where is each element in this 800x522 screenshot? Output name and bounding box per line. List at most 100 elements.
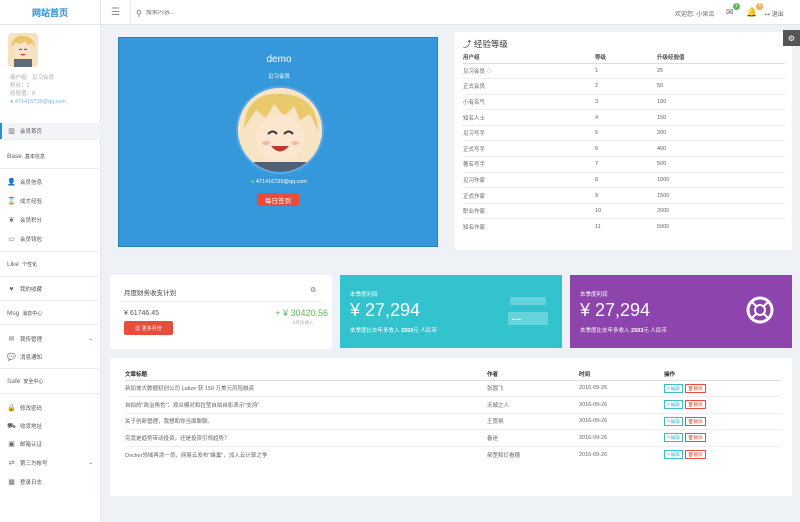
- user-exp: 经验值：8: [10, 91, 36, 97]
- menu-toggle-icon[interactable]: ☰: [101, 0, 131, 25]
- edit-button[interactable]: ✎编辑: [664, 450, 683, 459]
- log-icon: ▦: [8, 479, 15, 486]
- article-author: 春迷: [487, 429, 579, 446]
- cell-exp: 200: [657, 124, 785, 141]
- cell-level: 8: [595, 171, 657, 188]
- card-label: 本季度利润: [350, 292, 378, 298]
- article-title[interactable]: 新加坡大数据初创公司 Latize 获 150 万美元风险融资: [125, 379, 487, 397]
- sidebar-group-msg: Msg 消息中心: [7, 310, 43, 317]
- gear-icon[interactable]: ⚙: [310, 286, 316, 294]
- cell-exp: 2000: [657, 202, 785, 219]
- user-email: 471416739@qq.com: [14, 99, 67, 105]
- delete-button[interactable]: 🗑删除: [684, 450, 706, 459]
- cell-group: 见习写手: [463, 124, 595, 141]
- sidebar-item-wallet[interactable]: ▭ 会员钱包: [0, 231, 101, 247]
- table-row: 究竟是趋势带动投资，还是投资引领趋势？ 春迷 2016-09-26 ✎编辑 🗑删除: [125, 429, 781, 446]
- col-author: 作者: [487, 368, 579, 381]
- cell-exp: 50: [657, 78, 785, 95]
- sidebar-item-letters[interactable]: ✉ 我传管理 ⌄: [0, 331, 101, 347]
- sidebar-item-experience[interactable]: ⌛ 成才经验: [0, 193, 101, 209]
- more-months-button[interactable]: ▦ 更多月份: [124, 321, 173, 335]
- cell-level: 11: [595, 218, 657, 235]
- sidebar-item-notifications[interactable]: 💬 消息通知: [0, 349, 101, 365]
- sidebar-item-third-party[interactable]: ⇄ 第三方帐号 ⌄: [0, 455, 101, 471]
- sidebar-item-favorites[interactable]: ♥ 我的收藏: [0, 281, 101, 297]
- edit-button[interactable]: ✎编辑: [664, 400, 683, 410]
- sidebar-item-email-verify[interactable]: ▣ 邮箱认证: [0, 436, 101, 452]
- edit-button[interactable]: ✎编辑: [664, 433, 683, 443]
- delete-button[interactable]: 🗑删除: [684, 433, 706, 443]
- logout-link[interactable]: ↦ 退出: [765, 9, 784, 18]
- article-actions: ✎编辑 🗑删除: [664, 396, 781, 413]
- col-group: 用户组: [463, 51, 595, 64]
- mail-icon: ▣: [8, 441, 15, 448]
- edit-button[interactable]: ✎编辑: [664, 383, 683, 393]
- cell-level: 5: [595, 124, 657, 141]
- cell-group: 正式会员: [463, 78, 595, 95]
- leaf-icon: ❦: [8, 217, 15, 224]
- card-decoration: [510, 297, 546, 305]
- user-score: 积分：1: [10, 83, 30, 89]
- delete-button[interactable]: 🗑删除: [684, 400, 706, 410]
- article-author: 郝罡和灯看穗: [487, 445, 579, 463]
- experience-panel: ⤴ 经验等级 用户组 等级 升级经验值 见习会员 ◇ 1 25 正式会员 2 50 小有名气…: [455, 32, 792, 250]
- profit-card-teal: 本季度利润 ¥ 27,294 本季度比去年多收入 2593元 人民币 ▬ ▬: [340, 275, 562, 348]
- article-time: 2016-09-26: [579, 396, 664, 413]
- share-icon: ⇄: [8, 460, 15, 467]
- profile-card: demo 见习会员 ● 471416739@qq.com 每日签到: [118, 37, 438, 247]
- edit-button[interactable]: ✎编辑: [664, 416, 683, 426]
- top-bar: 网站首页 ☰ ⚲ 欢迎您: 小呆瓜 ✉1 🔔5 ↦ 退出: [0, 0, 800, 25]
- cell-level: 1: [595, 62, 657, 79]
- user-role: 用户组：见习会员: [10, 75, 55, 81]
- cell-group: 职业作家: [463, 202, 595, 219]
- article-title[interactable]: Docker领域再添一员，网易云发布"蜂巢"，加入云计算之争: [125, 445, 487, 463]
- sidebar-group-base: Base 基本信息: [7, 153, 45, 160]
- experience-title: ⤴ 经验等级: [463, 39, 508, 49]
- finance-panel: 月度财务收支计划 ⚙ ¥ 61746.45 + ¥ 30420.56 8月份收入…: [110, 275, 332, 349]
- search-icon: ⚲: [136, 8, 142, 18]
- article-title[interactable]: 自拍的"政治角色"：观众模对和拉莹自拍自影表示"支持": [125, 396, 487, 413]
- article-author: 王宽柄: [487, 412, 579, 430]
- settings-gear-icon[interactable]: ⚙: [783, 30, 800, 46]
- cell-exp: 500: [657, 156, 785, 173]
- hourglass-icon: ⌛: [7, 198, 16, 205]
- sidebar-item-member-info[interactable]: 👤 会员信息: [0, 174, 101, 190]
- card-compare: 本季度比去年多收入 2593元 人民币: [580, 328, 667, 334]
- delete-button[interactable]: 🗑删除: [684, 383, 706, 393]
- table-row: 正式作家 9 1500: [463, 187, 785, 204]
- message-badge: 1: [732, 3, 740, 10]
- sidebar-item-address[interactable]: ⛟ 收货地址: [0, 418, 101, 434]
- daily-signin-button[interactable]: 每日签到: [257, 193, 299, 206]
- cell-exp: 100: [657, 93, 785, 110]
- sidebar-item-home[interactable]: ▥ 会员首页: [0, 123, 101, 139]
- cell-exp: 150: [657, 109, 785, 126]
- articles-panel: 文章标题 作者 时间 操作 新加坡大数据初创公司 Latize 获 150 万美…: [110, 358, 792, 496]
- experience-table: 用户组 等级 升级经验值 见习会员 ◇ 1 25 正式会员 2 50 小有名气 3 100 知名人…: [463, 51, 785, 235]
- cell-group: 小有名气: [463, 93, 595, 110]
- sidebar: 用户组：见习会员 积分：1 经验值：8 ● 471416739@qq.com ▥…: [0, 25, 101, 522]
- cell-exp: 25: [657, 62, 785, 79]
- email-icon: ●: [250, 179, 255, 185]
- cell-level: 10: [595, 202, 657, 219]
- table-row: 正式写手 6 400: [463, 140, 785, 157]
- envelope-icon: ✉: [8, 336, 15, 343]
- bell-icon[interactable]: 🔔 5: [746, 3, 764, 18]
- table-row: 职业作家 10 2000: [463, 202, 785, 219]
- chevron-down-icon: ⌄: [88, 460, 93, 466]
- table-row: 见习写手 5 200: [463, 124, 785, 141]
- delete-button[interactable]: 🗑删除: [684, 416, 706, 426]
- site-logo[interactable]: 网站首页: [0, 0, 101, 25]
- cell-level: 9: [595, 187, 657, 204]
- sidebar-item-password[interactable]: 🔒 修改密码: [0, 400, 101, 416]
- article-title[interactable]: 关于创新管理，我想和你当面聊聊。: [125, 412, 487, 430]
- article-actions: ✎编辑 🗑删除: [664, 379, 781, 397]
- article-title[interactable]: 究竟是趋势带动投资，还是投资引领趋势？: [125, 429, 487, 446]
- message-icon[interactable]: ✉ 1: [726, 3, 740, 18]
- search-input[interactable]: [145, 10, 326, 16]
- cell-exp: 400: [657, 140, 785, 157]
- sidebar-item-points[interactable]: ❦ 会员积分: [0, 212, 101, 228]
- sidebar-item-login-log[interactable]: ▦ 登录日志: [0, 474, 101, 490]
- lifebuoy-icon: [746, 296, 774, 324]
- truck-icon: ⛟: [7, 422, 16, 430]
- user-info: 用户组：见习会员 积分：1 经验值：8 ● 471416739@qq.com: [10, 74, 66, 106]
